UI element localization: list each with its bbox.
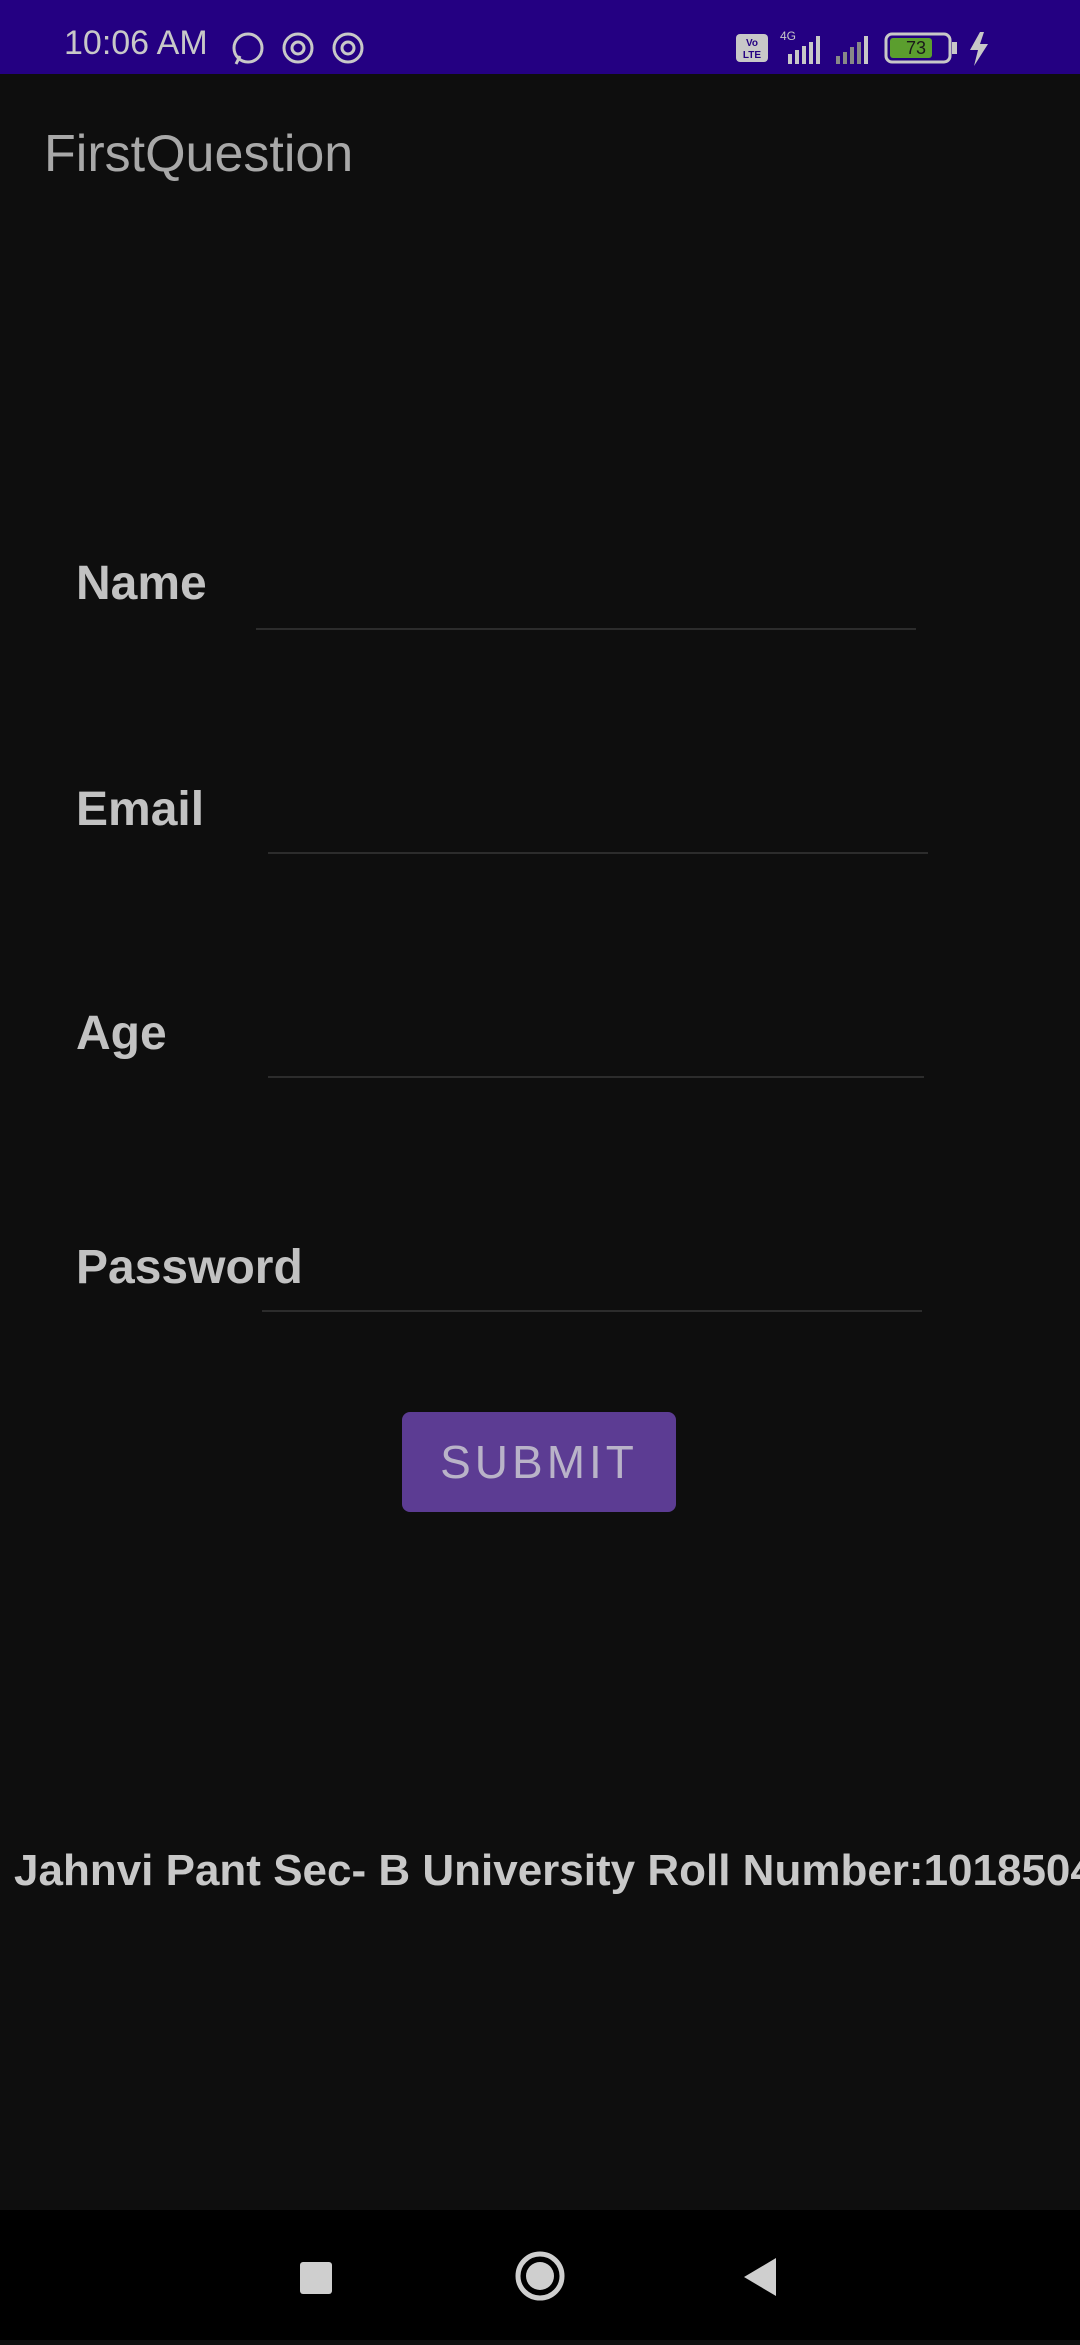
age-input[interactable] bbox=[268, 1006, 928, 1078]
status-time: 10:06 AM bbox=[64, 24, 208, 62]
submit-button[interactable]: SUBMIT bbox=[402, 1412, 676, 1512]
signal-icon bbox=[836, 36, 868, 64]
name-label: Name bbox=[76, 557, 207, 610]
svg-text:73: 73 bbox=[906, 38, 926, 58]
email-label: Email bbox=[76, 783, 205, 836]
notification-icons bbox=[232, 32, 364, 65]
at-icon bbox=[282, 32, 314, 64]
signal-icon: 4G bbox=[780, 29, 820, 64]
nav-buttons bbox=[300, 2251, 776, 2301]
email-input[interactable] bbox=[268, 782, 932, 854]
recents-square-icon[interactable] bbox=[300, 2262, 332, 2294]
battery-icon: 73 bbox=[884, 32, 957, 64]
app-title: FirstQuestion bbox=[44, 125, 354, 183]
svg-text:LTE: LTE bbox=[743, 50, 761, 61]
password-field[interactable] bbox=[262, 1240, 926, 1312]
student-info-text: Jahnvi Pant Sec- B University Roll Numbe… bbox=[14, 1846, 1080, 1895]
home-circle-icon[interactable] bbox=[515, 2251, 565, 2301]
name-field[interactable] bbox=[256, 558, 920, 630]
navigation-bar bbox=[0, 2210, 1080, 2340]
email-field[interactable] bbox=[268, 782, 932, 854]
password-input[interactable] bbox=[262, 1240, 926, 1312]
volte-icon: Vo LTE bbox=[736, 34, 768, 62]
svg-text:Vo: Vo bbox=[746, 38, 758, 49]
name-input[interactable] bbox=[256, 558, 920, 630]
age-label: Age bbox=[76, 1007, 167, 1060]
back-triangle-icon[interactable] bbox=[744, 2258, 776, 2296]
whatsapp-icon bbox=[232, 32, 264, 65]
system-status-icons: Vo LTE 4G 73 bbox=[736, 29, 988, 66]
svg-text:4G: 4G bbox=[780, 29, 796, 43]
status-bar: 10:06 AM Vo LTE 4G 73 bbox=[0, 0, 1080, 74]
age-field[interactable] bbox=[268, 1006, 928, 1078]
at-icon bbox=[332, 32, 364, 64]
charging-icon bbox=[970, 32, 988, 66]
